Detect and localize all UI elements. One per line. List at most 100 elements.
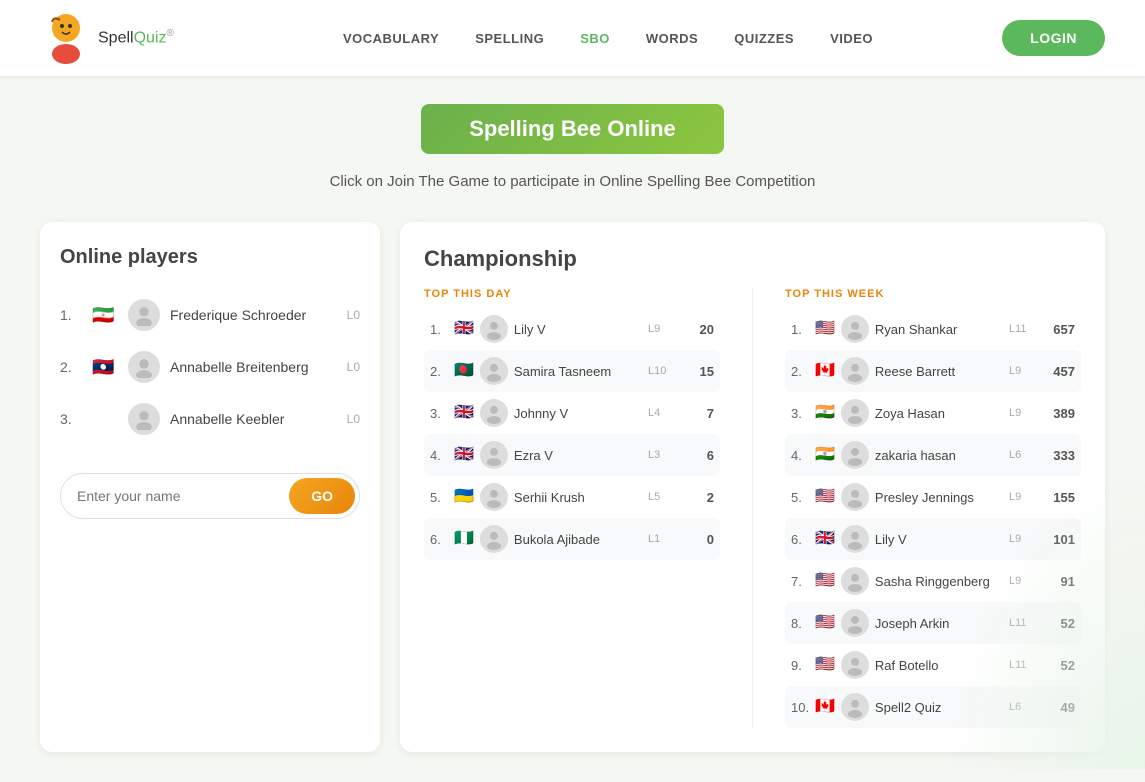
player-rank: 3. [60,411,82,427]
nav-vocabulary[interactable]: VOCABULARY [343,31,439,46]
championship-card: Championship TOP THIS DAY 1. 🇬🇧 Lily V L… [400,222,1105,752]
champ-score: 657 [1043,322,1075,337]
championship-row: 7. 🇺🇸 Sasha Ringgenberg L9 91 [785,560,1081,602]
champ-score: 49 [1043,700,1075,715]
champ-score: 52 [1043,616,1075,631]
championship-row: 6. 🇳🇬 Bukola Ajibade L1 0 [424,518,720,560]
champ-score: 333 [1043,448,1075,463]
champ-rank: 6. [430,532,448,547]
main-content: Online players 1. 🇮🇷 Frederique Schroede… [0,212,1145,782]
champ-flag-icon: 🇺🇸 [815,573,835,589]
login-button[interactable]: LOGIN [1002,20,1105,56]
champ-flag-icon: 🇬🇧 [454,405,474,421]
champ-rank: 9. [791,658,809,673]
champ-avatar [480,357,508,385]
champ-level: L4 [648,407,676,419]
champ-score: 155 [1043,490,1075,505]
name-input[interactable] [61,474,285,518]
champ-name: Reese Barrett [875,364,1003,379]
nav-video[interactable]: VIDEO [830,31,873,46]
champ-name: Ryan Shankar [875,322,1003,337]
top-this-day-header: TOP THIS DAY [424,288,720,300]
champ-level: L11 [1009,617,1037,629]
champ-rank: 1. [791,322,809,337]
champ-score: 101 [1043,532,1075,547]
champ-level: L9 [1009,365,1037,377]
championship-row: 5. 🇺🇸 Presley Jennings L9 155 [785,476,1081,518]
champ-score: 91 [1043,574,1075,589]
player-item: 3. Annabelle Keebler L0 [60,393,360,445]
champ-avatar [480,399,508,427]
champ-flag-icon: 🇺🇸 [815,657,835,673]
champ-name: Raf Botello [875,658,1003,673]
championship-row: 4. 🇮🇳 zakaria hasan L6 333 [785,434,1081,476]
champ-name: Joseph Arkin [875,616,1003,631]
champ-rank: 4. [791,448,809,463]
championship-row: 5. 🇺🇦 Serhii Krush L5 2 [424,476,720,518]
champ-level: L5 [648,491,676,503]
championship-row: 3. 🇬🇧 Johnny V L4 7 [424,392,720,434]
champ-rank: 2. [430,364,448,379]
champ-avatar [841,693,869,721]
champ-avatar [841,441,869,469]
champ-avatar [841,525,869,553]
champ-avatar [841,567,869,595]
main-nav: VOCABULARY SPELLING SBO WORDS QUIZZES VI… [214,31,1002,46]
player-rank: 2. [60,359,82,375]
champ-avatar [480,483,508,511]
champ-level: L10 [648,365,676,377]
champ-score: 7 [682,406,714,421]
logo-spell: Spell [98,30,134,47]
logo-text: SpellQuiz® [98,28,174,47]
go-button[interactable]: GO [289,478,355,514]
player-rank: 1. [60,307,82,323]
champ-score: 2 [682,490,714,505]
nav-quizzes[interactable]: QUIZZES [734,31,794,46]
champ-name: Sasha Ringgenberg [875,574,1003,589]
champ-level: L9 [1009,491,1037,503]
nav-sbo[interactable]: SBO [580,31,610,46]
online-players-card: Online players 1. 🇮🇷 Frederique Schroede… [40,222,380,752]
champ-name: Lily V [514,322,642,337]
nav-spelling[interactable]: SPELLING [475,31,544,46]
player-flag-icon: 🇱🇦 [92,358,118,376]
championship-columns: TOP THIS DAY 1. 🇬🇧 Lily V L9 2 0 2. 🇧🇩 Sa… [424,288,1081,728]
logo-quiz: Quiz [134,30,167,47]
champ-flag-icon: 🇮🇳 [815,447,835,463]
champ-avatar [841,651,869,679]
champ-score: 0 [682,532,714,547]
champ-flag-icon: 🇺🇸 [815,489,835,505]
champ-name: Lily V [875,532,1003,547]
logo: SpellQuiz® [40,12,174,64]
column-separator [752,288,753,728]
champ-avatar [841,399,869,427]
champ-name: Ezra V [514,448,642,463]
champ-rank: 10. [791,700,809,715]
online-players-title: Online players [60,246,360,269]
player-flag-icon: 🇮🇷 [92,306,118,324]
player-level: L0 [347,308,360,322]
champ-rank: 7. [791,574,809,589]
champ-name: Johnny V [514,406,642,421]
champ-name: Serhii Krush [514,490,642,505]
champ-name: Presley Jennings [875,490,1003,505]
champ-level: L9 [648,323,676,335]
player-avatar [128,403,160,435]
champ-flag-icon: 🇧🇩 [454,363,474,379]
player-flag-icon [92,410,118,428]
hero-section: Spelling Bee Online Click on Join The Ga… [0,76,1145,212]
player-avatar [128,299,160,331]
champ-flag-icon: 🇺🇸 [815,615,835,631]
header: SpellQuiz® VOCABULARY SPELLING SBO WORDS… [0,0,1145,76]
champ-rank: 3. [791,406,809,421]
champ-avatar [841,357,869,385]
nav-words[interactable]: WORDS [646,31,698,46]
champ-flag-icon: 🇬🇧 [454,447,474,463]
player-level: L0 [347,412,360,426]
top-this-week-header: TOP THIS WEEK [785,288,1081,300]
championship-row: 3. 🇮🇳 Zoya Hasan L9 389 [785,392,1081,434]
champ-score: 457 [1043,364,1075,379]
name-input-area: GO [60,473,360,519]
champ-level: L9 [1009,407,1037,419]
champ-rank: 5. [430,490,448,505]
